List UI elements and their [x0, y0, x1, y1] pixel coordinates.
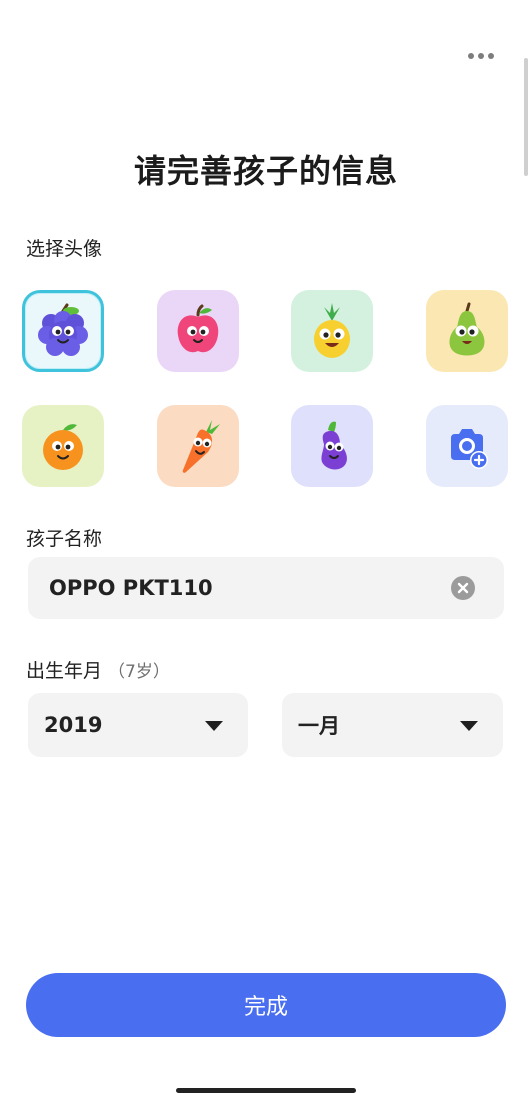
chevron-down-icon — [460, 721, 478, 731]
more-icon-dot — [488, 53, 494, 59]
avatar-orange[interactable] — [22, 405, 104, 487]
child-name-label: 孩子名称 — [26, 528, 103, 550]
chevron-down-icon — [205, 721, 223, 731]
more-icon — [468, 53, 474, 59]
more-icon-dot — [478, 53, 484, 59]
submit-button[interactable]: 完成 — [26, 973, 506, 1037]
year-value: 2019 — [44, 713, 103, 737]
child-name-value[interactable]: OPPO PKT110 — [49, 576, 213, 600]
pear-icon — [449, 302, 485, 356]
avatar-pear[interactable] — [426, 290, 508, 372]
year-select[interactable]: 2019 — [28, 693, 248, 757]
more-button[interactable] — [464, 46, 498, 66]
month-select[interactable]: 一月 — [282, 693, 503, 757]
grape-icon — [38, 303, 88, 356]
age-text: （7岁） — [108, 662, 170, 682]
avatar-eggplant[interactable] — [291, 405, 373, 487]
add-photo-icon — [451, 429, 488, 469]
avatar-grape[interactable] — [22, 290, 104, 372]
birth-date-label-text: 出生年月 — [26, 660, 103, 682]
home-indicator[interactable] — [176, 1088, 356, 1093]
avatar-section-label: 选择头像 — [26, 238, 103, 260]
apple-icon — [177, 304, 219, 353]
avatar-carrot[interactable] — [157, 405, 239, 487]
avatar-add-photo[interactable] — [426, 405, 508, 487]
eggplant-icon — [321, 421, 347, 470]
child-name-field[interactable]: OPPO PKT110 — [28, 557, 504, 619]
page-title: 请完善孩子的信息 — [133, 152, 398, 190]
orange-icon — [43, 424, 83, 470]
pineapple-icon — [314, 303, 350, 358]
carrot-icon — [182, 420, 220, 473]
month-value: 一月 — [298, 714, 340, 738]
avatar-pineapple[interactable] — [291, 290, 373, 372]
avatar-apple[interactable] — [157, 290, 239, 372]
birth-date-label: 出生年月 （7岁） — [26, 656, 170, 683]
clear-icon[interactable] — [451, 576, 475, 600]
